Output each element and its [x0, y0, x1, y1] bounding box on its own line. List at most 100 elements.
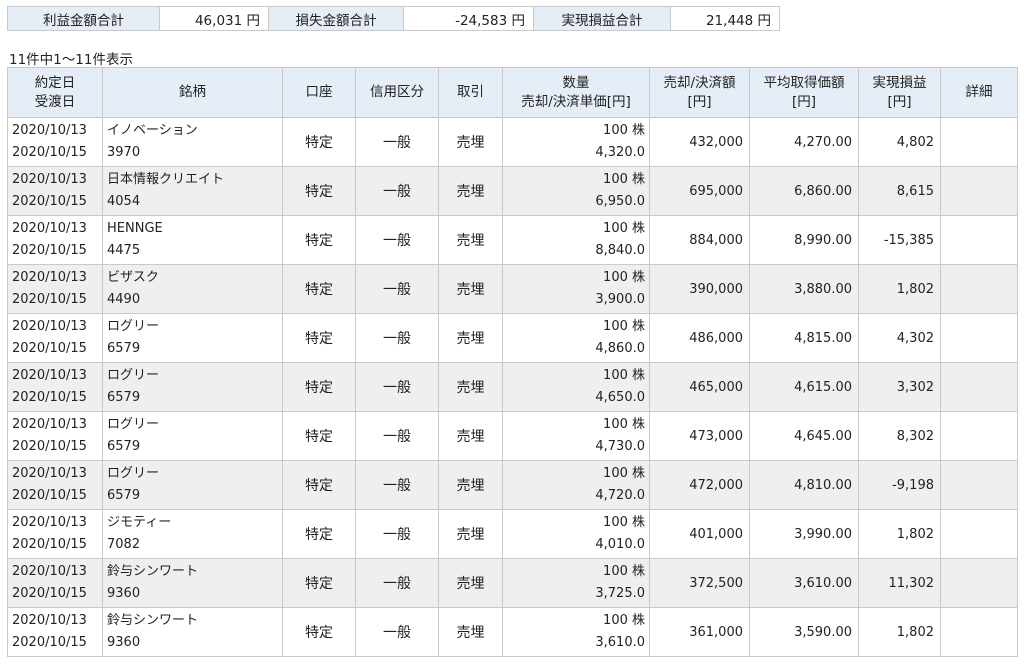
- trade-date: 2020/10/13: [12, 417, 87, 432]
- trade-type: 売埋: [438, 362, 503, 412]
- avg-cost: 4,615.00: [749, 362, 859, 412]
- account-type: 特定: [282, 313, 356, 363]
- unit-price: 4,320.0: [595, 145, 645, 160]
- quantity: 100 株: [603, 515, 645, 530]
- trade-date: 2020/10/13: [12, 123, 87, 138]
- date-cell: 2020/10/13 2020/10/15: [7, 509, 103, 559]
- stock-code: 3970: [107, 145, 141, 160]
- settle-date: 2020/10/15: [12, 586, 87, 601]
- trade-type: 売埋: [438, 460, 503, 510]
- settlement-amount: 401,000: [649, 509, 750, 559]
- settle-date: 2020/10/15: [12, 488, 87, 503]
- realized-total-label: 実現損益合計: [533, 6, 671, 31]
- qty-cell: 100 株 6,950.0: [502, 166, 650, 216]
- qty-cell: 100 株 3,610.0: [502, 607, 650, 657]
- date-cell: 2020/10/13 2020/10/15: [7, 411, 103, 461]
- realized-pl: 11,302: [858, 558, 941, 608]
- account-type: 特定: [282, 362, 356, 412]
- table-row: 2020/10/13 2020/10/15 ビザスク 4490 特定 一般 売埋 100 株 3…: [7, 264, 1018, 314]
- settlement-amount: 486,000: [649, 313, 750, 363]
- header-trade-date: 約定日: [34, 75, 76, 92]
- stock-code: 9360: [107, 635, 141, 650]
- detail-cell: [940, 460, 1018, 510]
- header-unit-price-label: 売却/決済単価[円]: [521, 93, 631, 110]
- realized-total-value: 21,448 円: [670, 6, 780, 31]
- qty-cell: 100 株 4,010.0: [502, 509, 650, 559]
- stock-code: 6579: [107, 488, 141, 503]
- account-type: 特定: [282, 411, 356, 461]
- unit-price: 8,840.0: [595, 243, 645, 258]
- unit-price: 4,010.0: [595, 537, 645, 552]
- settle-date: 2020/10/15: [12, 439, 87, 454]
- table-row: 2020/10/13 2020/10/15 HENNGE 4475 特定 一般 売埋 100 …: [7, 215, 1018, 265]
- header-account: 口座: [282, 67, 356, 118]
- account-type: 特定: [282, 509, 356, 559]
- qty-cell: 100 株 4,650.0: [502, 362, 650, 412]
- margin-type: 一般: [355, 558, 439, 608]
- stock-name: ログリー: [107, 466, 160, 481]
- table-header-row: 約定日 受渡日 銘柄 口座 信用区分 取引 数量 売却/決済単価[円] 売却/決…: [7, 67, 1018, 118]
- realized-pl: -15,385: [858, 215, 941, 265]
- settle-date: 2020/10/15: [12, 145, 87, 160]
- date-cell: 2020/10/13 2020/10/15: [7, 166, 103, 216]
- quantity: 100 株: [603, 368, 645, 383]
- header-avg-cost: 平均取得価額 [円]: [749, 67, 859, 118]
- header-settle-date: 受渡日: [34, 93, 76, 110]
- account-type: 特定: [282, 117, 356, 167]
- trade-date: 2020/10/13: [12, 221, 87, 236]
- header-pl-unit: [円]: [887, 93, 912, 110]
- realized-pl: 1,802: [858, 607, 941, 657]
- stock-code: 4475: [107, 243, 141, 258]
- avg-cost: 4,815.00: [749, 313, 859, 363]
- trade-type: 売埋: [438, 166, 503, 216]
- trade-type: 売埋: [438, 264, 503, 314]
- stock-name: ログリー: [107, 417, 160, 432]
- date-cell: 2020/10/13 2020/10/15: [7, 215, 103, 265]
- quantity: 100 株: [603, 270, 645, 285]
- realized-pl: 8,302: [858, 411, 941, 461]
- stock-cell: ジモティー 7082: [102, 509, 283, 559]
- detail-cell: [940, 313, 1018, 363]
- quantity: 100 株: [603, 466, 645, 481]
- header-qty: 数量 売却/決済単価[円]: [502, 67, 650, 118]
- date-cell: 2020/10/13 2020/10/15: [7, 264, 103, 314]
- avg-cost: 3,880.00: [749, 264, 859, 314]
- realized-pl: -9,198: [858, 460, 941, 510]
- stock-cell: ログリー 6579: [102, 313, 283, 363]
- settlement-amount: 695,000: [649, 166, 750, 216]
- qty-cell: 100 株 4,320.0: [502, 117, 650, 167]
- account-type: 特定: [282, 166, 356, 216]
- trade-date: 2020/10/13: [12, 270, 87, 285]
- realized-pl: 3,302: [858, 362, 941, 412]
- settle-date: 2020/10/15: [12, 243, 87, 258]
- trade-type: 売埋: [438, 117, 503, 167]
- detail-cell: [940, 117, 1018, 167]
- avg-cost: 4,270.00: [749, 117, 859, 167]
- stock-name: 鈴与シンワート: [107, 564, 199, 579]
- profit-total-label: 利益金額合計: [7, 6, 160, 31]
- trade-type: 売埋: [438, 215, 503, 265]
- loss-total-value: -24,583 円: [403, 6, 534, 31]
- quantity: 100 株: [603, 613, 645, 628]
- header-pl: 実現損益 [円]: [858, 67, 941, 118]
- settlement-amount: 390,000: [649, 264, 750, 314]
- margin-type: 一般: [355, 215, 439, 265]
- account-type: 特定: [282, 460, 356, 510]
- stock-code: 6579: [107, 439, 141, 454]
- loss-total-label: 損失金額合計: [268, 6, 404, 31]
- detail-cell: [940, 509, 1018, 559]
- stock-name: イノベーション: [107, 123, 198, 138]
- table-row: 2020/10/13 2020/10/15 イノベーション 3970 特定 一般 売埋 100…: [7, 117, 1018, 167]
- margin-type: 一般: [355, 607, 439, 657]
- stock-cell: ログリー 6579: [102, 362, 283, 412]
- stock-code: 6579: [107, 390, 141, 405]
- quantity: 100 株: [603, 564, 645, 579]
- trade-date: 2020/10/13: [12, 613, 87, 628]
- detail-cell: [940, 607, 1018, 657]
- settle-date: 2020/10/15: [12, 292, 87, 307]
- quantity: 100 株: [603, 417, 645, 432]
- table-row: 2020/10/13 2020/10/15 ジモティー 7082 特定 一般 売埋 100 株…: [7, 509, 1018, 559]
- quantity: 100 株: [603, 221, 645, 236]
- trade-date: 2020/10/13: [12, 515, 87, 530]
- stock-name: ビザスク: [107, 270, 159, 285]
